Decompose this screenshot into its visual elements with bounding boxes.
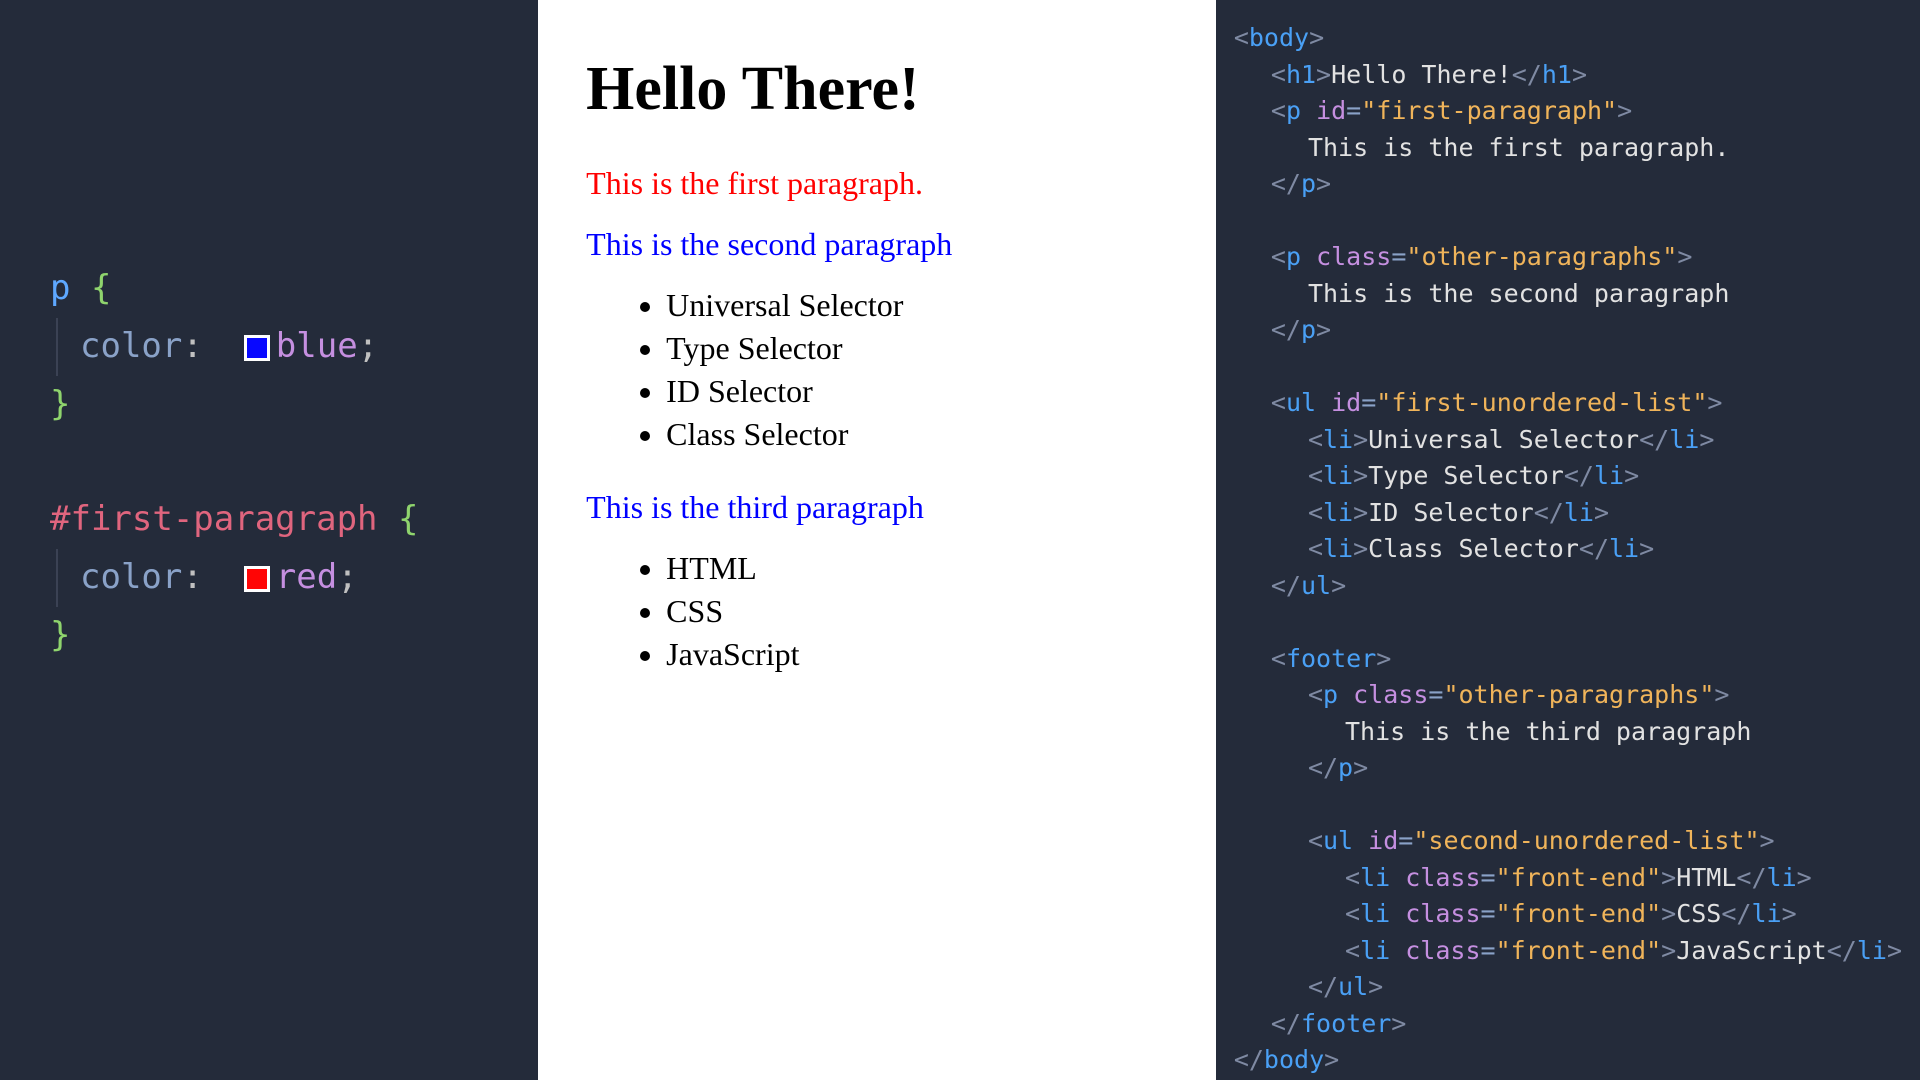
code-line: <li class="front-end">JavaScript</li> bbox=[1234, 933, 1902, 970]
css-selector-id: #first-paragraph bbox=[50, 499, 378, 539]
code-line: </p> bbox=[1234, 312, 1902, 349]
list-item: Type Selector bbox=[666, 330, 1168, 367]
code-line: <footer> bbox=[1234, 641, 1902, 678]
code-line: </ul> bbox=[1234, 969, 1902, 1006]
code-line: <h1>Hello There!</h1> bbox=[1234, 57, 1902, 94]
list-item: ID Selector bbox=[666, 373, 1168, 410]
color-swatch-blue bbox=[244, 335, 270, 361]
preview-paragraph-1: This is the first paragraph. bbox=[586, 165, 1168, 202]
code-line: <p id="first-paragraph"> bbox=[1234, 93, 1902, 130]
code-line: This is the second paragraph bbox=[1234, 276, 1902, 313]
code-line: <li>Class Selector</li> bbox=[1234, 531, 1902, 568]
code-line: This is the first paragraph. bbox=[1234, 130, 1902, 167]
css-value: blue bbox=[276, 326, 358, 366]
preview-list-1: Universal Selector Type Selector ID Sele… bbox=[586, 287, 1168, 453]
brace-close: } bbox=[50, 615, 70, 655]
css-selector: p bbox=[50, 268, 70, 308]
code-line: </body> bbox=[1234, 1042, 1902, 1079]
code-line: <ul id="first-unordered-list"> bbox=[1234, 385, 1902, 422]
preview-paragraph-2: This is the second paragraph bbox=[586, 226, 1168, 263]
code-line: </footer> bbox=[1234, 1006, 1902, 1043]
list-item: Class Selector bbox=[666, 416, 1168, 453]
css-property: color bbox=[80, 557, 182, 597]
preview-list-2: HTML CSS JavaScript bbox=[586, 550, 1168, 673]
preview-heading: Hello There! bbox=[586, 54, 1168, 125]
css-code-panel: p { color: blue; } #first-paragraph { co… bbox=[0, 0, 538, 1080]
css-value: red bbox=[276, 557, 337, 597]
list-item: JavaScript bbox=[666, 636, 1168, 673]
code-line: </ul> bbox=[1234, 568, 1902, 605]
preview-panel: Hello There! This is the first paragraph… bbox=[538, 0, 1216, 1080]
code-line: <ul id="second-unordered-list"> bbox=[1234, 823, 1902, 860]
code-line: <p class="other-paragraphs"> bbox=[1234, 677, 1902, 714]
code-line: <p class="other-paragraphs"> bbox=[1234, 239, 1902, 276]
list-item: Universal Selector bbox=[666, 287, 1168, 324]
code-line: <li>Universal Selector</li> bbox=[1234, 422, 1902, 459]
code-line: This is the third paragraph bbox=[1234, 714, 1902, 751]
css-rule-2: #first-paragraph { color: red; } bbox=[50, 491, 498, 664]
code-line: <li class="front-end">HTML</li> bbox=[1234, 860, 1902, 897]
brace-open: { bbox=[91, 268, 111, 308]
code-line: <body> bbox=[1234, 20, 1902, 57]
color-swatch-red bbox=[244, 566, 270, 592]
code-line: <li>Type Selector</li> bbox=[1234, 458, 1902, 495]
code-line: <li class="front-end">CSS</li> bbox=[1234, 896, 1902, 933]
css-property: color bbox=[80, 326, 182, 366]
brace-open: { bbox=[398, 499, 418, 539]
list-item: HTML bbox=[666, 550, 1168, 587]
preview-paragraph-3: This is the third paragraph bbox=[586, 489, 1168, 526]
html-code-panel: <body> <h1>Hello There!</h1> <p id="firs… bbox=[1216, 0, 1920, 1080]
list-item: CSS bbox=[666, 593, 1168, 630]
code-line: </p> bbox=[1234, 750, 1902, 787]
code-line: <li>ID Selector</li> bbox=[1234, 495, 1902, 532]
css-rule-1: p { color: blue; } bbox=[50, 260, 498, 433]
brace-close: } bbox=[50, 384, 70, 424]
code-line: </p> bbox=[1234, 166, 1902, 203]
